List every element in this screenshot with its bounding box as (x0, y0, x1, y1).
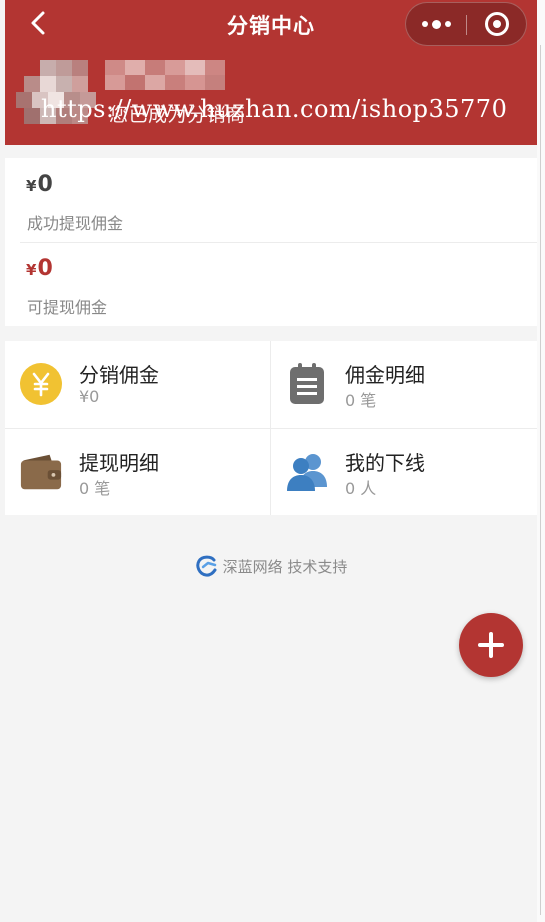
yen-coin-icon (19, 362, 63, 406)
more-dots-icon (421, 21, 428, 27)
shenlan-logo-icon (195, 555, 217, 577)
grid-item-downline[interactable]: 我的下线 0 人 (271, 429, 536, 516)
stat-withdrawable: ¥0 可提现佣金 (5, 242, 537, 326)
add-button[interactable] (459, 613, 523, 677)
users-icon (285, 450, 329, 494)
grid-item-value: 0 人 (345, 479, 377, 498)
distributor-status: 您已成为分销商 (109, 104, 246, 126)
grid-item-label: 分销佣金 (79, 363, 159, 387)
wallet-icon (19, 450, 63, 494)
window-edge (537, 0, 545, 922)
footer-text: 深蓝网络 技术支持 (222, 557, 348, 576)
miniprogram-capsule (405, 2, 527, 46)
more-button[interactable] (406, 3, 466, 45)
grid-item-label: 我的下线 (345, 451, 425, 475)
distribution-center-page: 分销中心 https://www.huzhan.com/ishop35770 您… (5, 0, 537, 922)
clipboard-list-icon (285, 362, 329, 406)
target-icon (485, 12, 509, 36)
grid-item-label: 佣金明细 (345, 363, 425, 387)
page-header: 分销中心 https://www.huzhan.com/ishop35770 您… (5, 0, 537, 145)
commission-stats: ¥0 成功提现佣金 ¥0 可提现佣金 (5, 158, 537, 326)
plus-icon (478, 632, 504, 658)
currency-symbol: ¥ (26, 261, 37, 279)
withdrawable-label: 可提现佣金 (27, 298, 108, 317)
grid-item-withdraw-detail[interactable]: 提现明细 0 笔 (5, 429, 270, 516)
close-miniprogram-button[interactable] (467, 3, 527, 45)
grid-item-commission[interactable]: 分销佣金 ¥0 (5, 341, 270, 428)
grid-item-value: 0 笔 (79, 479, 111, 498)
withdrawable-amount: 0 (37, 256, 53, 281)
footer-credit: 深蓝网络 技术支持 (5, 555, 537, 577)
grid-item-commission-detail[interactable]: 佣金明细 0 笔 (271, 341, 536, 428)
grid-item-value: 0 笔 (345, 391, 377, 410)
grid-item-value: ¥0 (79, 387, 100, 406)
grid-item-label: 提现明细 (79, 451, 159, 475)
currency-symbol: ¥ (26, 177, 37, 195)
stat-withdrawn: ¥0 成功提现佣金 (5, 158, 537, 242)
menu-grid: 分销佣金 ¥0 佣金明细 0 笔 提现明细 0 笔 我的下线 0 人 (5, 341, 537, 515)
withdrawn-amount: 0 (37, 172, 53, 197)
username-blurred (105, 60, 241, 90)
withdrawn-label: 成功提现佣金 (27, 214, 124, 233)
